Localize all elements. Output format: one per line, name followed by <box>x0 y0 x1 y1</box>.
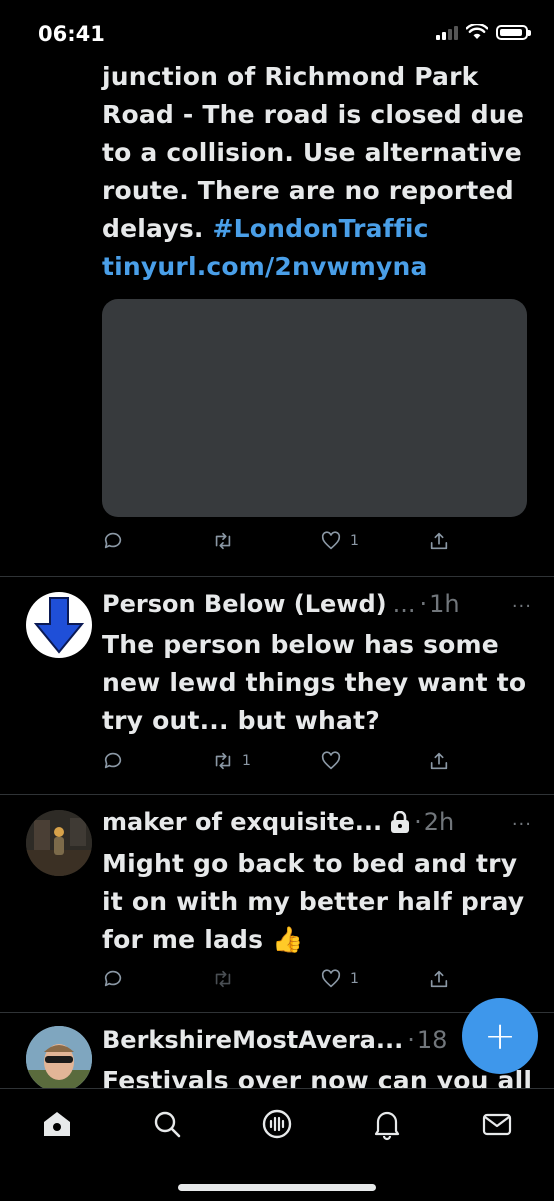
like-button[interactable]: 1 <box>320 530 359 552</box>
wifi-icon <box>466 24 488 39</box>
more-options-button[interactable]: ··· <box>512 814 532 835</box>
status-time: 06:41 <box>38 22 105 46</box>
tweet-text: junction of Richmond Park Road - The roa… <box>102 58 532 286</box>
url-link[interactable]: tinyurl.com/2nvwmyna <box>102 248 532 286</box>
tweet-time: 2h <box>423 808 455 836</box>
share-button[interactable] <box>428 750 450 772</box>
like-count: 1 <box>350 533 359 549</box>
home-indicator <box>178 1184 376 1191</box>
display-name[interactable]: Person Below (Lewd) <box>102 590 387 618</box>
search-icon[interactable] <box>150 1107 184 1141</box>
share-icon <box>430 970 448 988</box>
tweet-header: BerkshireMostAvera... · 18 <box>102 1026 447 1054</box>
reply-icon <box>104 532 122 549</box>
reply-button[interactable] <box>102 530 124 552</box>
retweet-button[interactable] <box>212 530 234 552</box>
avatar[interactable] <box>26 810 92 876</box>
share-button[interactable] <box>428 968 450 990</box>
name-ellipsis: ... <box>392 590 416 618</box>
display-name[interactable]: BerkshireMostAvera... <box>102 1026 403 1054</box>
tweet-line-text: delays. <box>102 214 213 243</box>
tweet-media[interactable] <box>102 299 527 517</box>
tweet-actions: 1 <box>102 530 462 560</box>
display-name[interactable]: maker of exquisite... <box>102 808 382 836</box>
avatar-photo <box>26 810 92 876</box>
heart-icon <box>321 751 341 770</box>
retweet-button[interactable]: 1 <box>212 750 251 772</box>
separator-dot: · <box>414 808 422 836</box>
reply-icon <box>104 752 122 769</box>
separator-dot: · <box>407 1026 415 1054</box>
share-button[interactable] <box>428 530 450 552</box>
avatar[interactable] <box>26 592 92 658</box>
tweet-line: route. There are no reported <box>102 176 514 205</box>
lock-icon <box>391 811 410 833</box>
tweet-time: 18 <box>416 1026 448 1054</box>
tweet-line: to a collision. Use alternative <box>102 138 522 167</box>
tweet-line: Road - The road is closed due <box>102 100 525 129</box>
like-button[interactable] <box>320 750 342 772</box>
tweet-header: Person Below (Lewd) ... · 1h <box>102 590 460 618</box>
separator-dot: · <box>419 590 428 618</box>
share-icon <box>430 532 448 550</box>
like-button[interactable]: 1 <box>320 968 359 990</box>
retweet-icon <box>215 752 231 770</box>
heart-icon <box>321 969 341 988</box>
avatar[interactable] <box>26 1026 92 1092</box>
heart-icon <box>321 531 341 550</box>
share-icon <box>430 752 448 770</box>
more-options-button[interactable]: ··· <box>512 596 532 617</box>
tweet-line: delays. #LondonTraffic <box>102 210 532 248</box>
tweet-actions: 1 <box>102 968 462 998</box>
status-icons <box>436 24 531 40</box>
battery-icon <box>496 24 531 40</box>
avatar-photo <box>26 1026 92 1092</box>
reply-button[interactable] <box>102 968 124 990</box>
plus-icon: + <box>484 1014 516 1058</box>
retweet-count: 1 <box>242 753 251 769</box>
like-count: 1 <box>350 971 359 987</box>
tweet-header: maker of exquisite... · 2h <box>102 808 454 836</box>
spaces-icon[interactable] <box>260 1107 294 1141</box>
tweet-line: junction of Richmond Park <box>102 62 479 91</box>
reply-button[interactable] <box>102 750 124 772</box>
tweet-time: 1h <box>429 590 460 618</box>
hashtag-link[interactable]: #LondonTraffic <box>213 214 429 243</box>
tweet-actions: 1 <box>102 750 462 780</box>
signal-icon <box>436 25 458 40</box>
retweet-icon <box>215 532 231 550</box>
tweet-text: Might go back to bed and try it on with … <box>102 849 525 954</box>
notifications-icon[interactable] <box>370 1107 404 1141</box>
divider <box>0 794 554 795</box>
retweet-icon <box>215 970 231 988</box>
retweet-button[interactable] <box>212 968 234 990</box>
compose-tweet-button[interactable]: + <box>462 998 538 1074</box>
arrow-down-icon <box>27 593 91 657</box>
reply-icon <box>104 970 122 987</box>
divider <box>0 576 554 577</box>
messages-icon[interactable] <box>480 1107 514 1141</box>
home-icon[interactable] <box>40 1107 74 1141</box>
tweet-text: The person below has some new lewd thing… <box>102 630 527 735</box>
